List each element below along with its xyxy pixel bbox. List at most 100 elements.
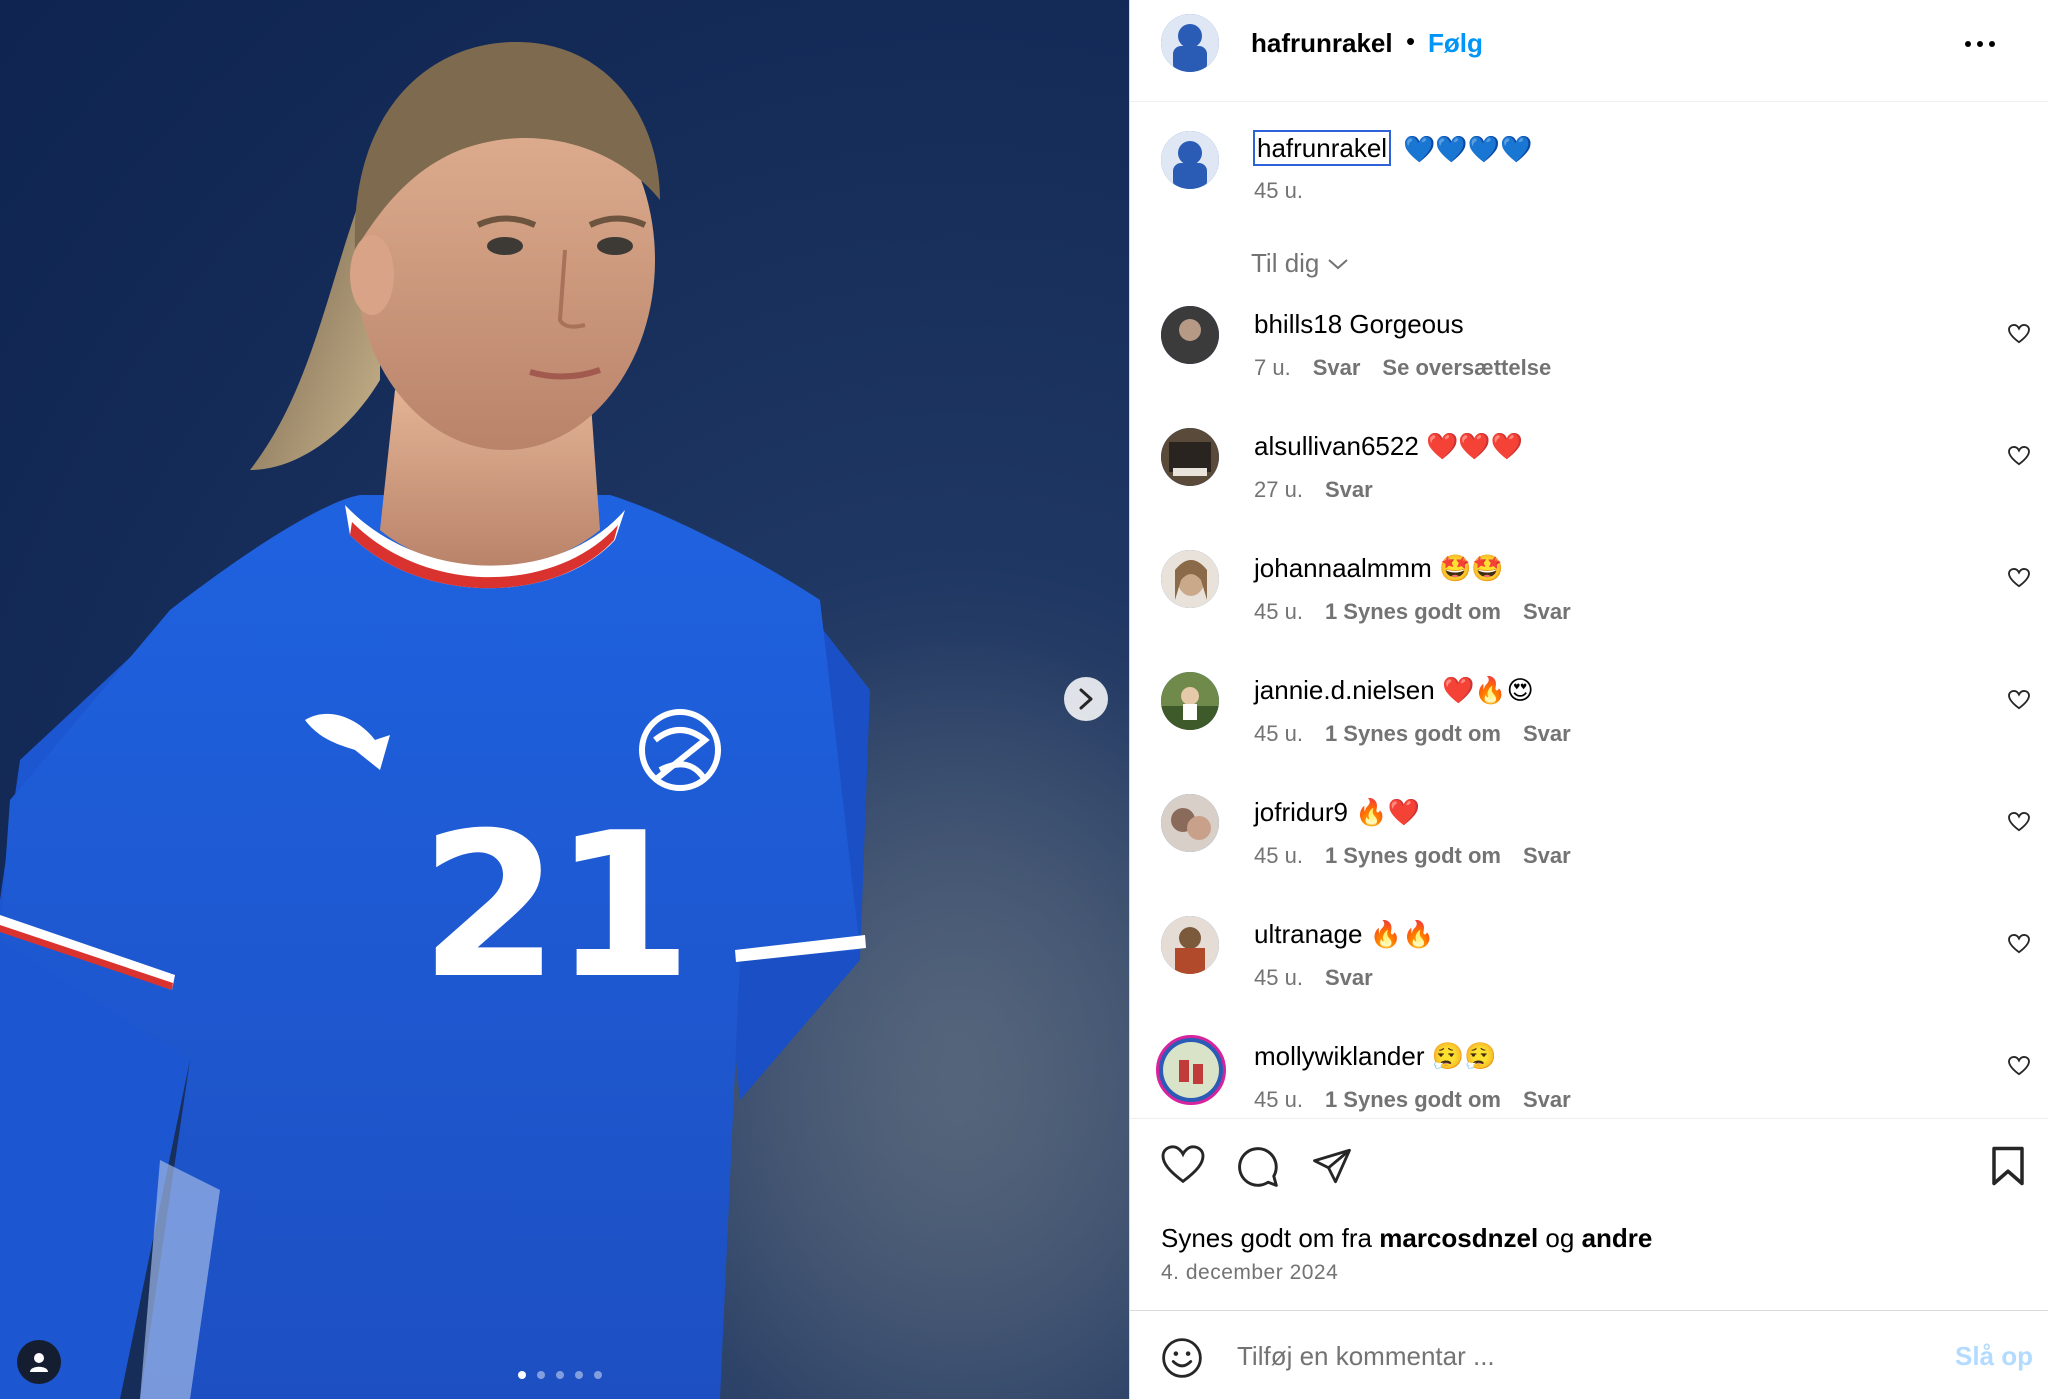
caption-username[interactable]: hafrunrakel (1253, 130, 1392, 166)
commenter-avatar[interactable] (1161, 916, 1219, 974)
comment-sort-dropdown[interactable]: Til dig (1251, 248, 1349, 279)
like-comment-icon[interactable] (2008, 812, 2030, 832)
commenter-avatar[interactable] (1161, 550, 1219, 608)
comment-icon[interactable] (1236, 1145, 1280, 1189)
comment-body: ❤️🔥😍 (1441, 675, 1534, 705)
like-comment-icon[interactable] (2008, 934, 2030, 954)
commenter-avatar[interactable] (1161, 428, 1219, 486)
reply-button[interactable]: Svar (1325, 965, 1373, 991)
comment-text-line: ultranage 🔥🔥 (1254, 919, 1434, 950)
comment-composer: Slå op (1130, 1310, 2048, 1400)
bookmark-icon[interactable] (1990, 1145, 2026, 1187)
comment-item: alsullivan6522 ❤️❤️❤️ 27 u. Svar (1130, 422, 2048, 544)
commenter-username[interactable]: jannie.d.nielsen (1254, 675, 1435, 705)
comment-body: Gorgeous (1349, 309, 1464, 339)
chevron-right-icon (1079, 688, 1093, 710)
comment-time[interactable]: 45 u. (1254, 843, 1303, 869)
comment-meta: 45 u. 1 Synes godt om Svar (1254, 599, 1571, 625)
like-comment-icon[interactable] (2008, 324, 2030, 344)
comment-body: 🤩🤩 (1438, 553, 1504, 583)
like-comment-icon[interactable] (2008, 446, 2030, 466)
reply-button[interactable]: Svar (1523, 843, 1571, 869)
comment-likes[interactable]: 1 Synes godt om (1325, 1087, 1501, 1113)
more-dot (1965, 41, 1971, 47)
commenter-username[interactable]: ultranage (1254, 919, 1362, 949)
commenter-username[interactable]: alsullivan6522 (1254, 431, 1419, 461)
comment-text-line: jofridur9 🔥❤️ (1254, 797, 1420, 828)
liked-by-others[interactable]: andre (1582, 1223, 1653, 1253)
comment-item: johannaalmmm 🤩🤩 45 u. 1 Synes godt om Sv… (1130, 544, 2048, 666)
like-comment-icon[interactable] (2008, 1056, 2030, 1076)
liked-by-user[interactable]: marcosdnzel (1379, 1223, 1538, 1253)
comments-list[interactable]: bhills18 Gorgeous 7 u. Svar Se oversætte… (1130, 300, 2048, 1118)
comment-likes[interactable]: 1 Synes godt om (1325, 721, 1501, 747)
comment-time[interactable]: 27 u. (1254, 477, 1303, 503)
commenter-avatar[interactable] (1161, 794, 1219, 852)
like-comment-icon[interactable] (2008, 690, 2030, 710)
reply-button[interactable]: Svar (1523, 721, 1571, 747)
like-icon[interactable] (1161, 1145, 1205, 1185)
comment-meta: 27 u. Svar (1254, 477, 1373, 503)
caption-author-avatar[interactable] (1161, 131, 1219, 189)
more-dot (1989, 41, 1995, 47)
follow-button[interactable]: Følg (1428, 28, 1483, 59)
tagged-users-button[interactable] (17, 1340, 61, 1384)
post-date[interactable]: 4. december 2024 (1161, 1261, 1338, 1285)
caption-timestamp[interactable]: 45 u. (1254, 178, 1303, 204)
caption-text: 💙💙💙💙 (1403, 134, 1533, 164)
comment-time[interactable]: 45 u. (1254, 1087, 1303, 1113)
comment-input[interactable] (1235, 1331, 1919, 1381)
likes-summary[interactable]: Synes godt om fra marcosdnzel og andre (1161, 1223, 1652, 1254)
header-separator: • (1406, 26, 1416, 56)
comment-time[interactable]: 45 u. (1254, 599, 1303, 625)
author-avatar[interactable] (1161, 14, 1219, 72)
comment-time[interactable]: 45 u. (1254, 721, 1303, 747)
translate-button[interactable]: Se oversættelse (1382, 355, 1551, 381)
likes-prefix: Synes godt om fra (1161, 1223, 1372, 1253)
emoji-icon[interactable] (1161, 1337, 1203, 1379)
comment-meta: 45 u. 1 Synes godt om Svar (1254, 843, 1571, 869)
commenter-avatar[interactable] (1161, 672, 1219, 730)
next-image-button[interactable] (1064, 677, 1108, 721)
comment-item: jofridur9 🔥❤️ 45 u. 1 Synes godt om Svar (1130, 788, 2048, 910)
commenter-avatar-story-ring[interactable] (1156, 1035, 1226, 1105)
post-actions: Synes godt om fra marcosdnzel og andre 4… (1130, 1118, 2048, 1311)
comment-body: 🔥🔥 (1369, 919, 1435, 949)
avatar-image (1161, 131, 1219, 189)
carousel-dot (518, 1371, 526, 1379)
carousel-dot (556, 1371, 564, 1379)
comment-body: 😮‍💨😮‍💨 (1431, 1041, 1497, 1071)
reply-button[interactable]: Svar (1523, 599, 1571, 625)
user-icon (30, 1353, 48, 1372)
comment-text-line: bhills18 Gorgeous (1254, 309, 1464, 340)
commenter-username[interactable]: bhills18 (1254, 309, 1342, 339)
sort-label: Til dig (1251, 248, 1320, 278)
carousel-dot (594, 1371, 602, 1379)
more-options-button[interactable] (1958, 32, 2002, 56)
comment-likes[interactable]: 1 Synes godt om (1325, 599, 1501, 625)
share-icon[interactable] (1310, 1145, 1354, 1187)
comment-meta: 7 u. Svar Se oversættelse (1254, 355, 1551, 381)
commenter-username[interactable]: johannaalmmm (1254, 553, 1432, 583)
comment-item: ultranage 🔥🔥 45 u. Svar (1130, 910, 2048, 1032)
reply-button[interactable]: Svar (1313, 355, 1361, 381)
comment-body: 🔥❤️ (1355, 797, 1420, 827)
commenter-username[interactable]: jofridur9 (1254, 797, 1348, 827)
commenter-avatar[interactable] (1161, 306, 1219, 364)
commenter-username[interactable]: mollywiklander (1254, 1041, 1425, 1071)
reply-button[interactable]: Svar (1325, 477, 1373, 503)
author-username[interactable]: hafrunrakel (1251, 28, 1393, 59)
post-media[interactable]: 21 (0, 0, 1129, 1399)
comment-time[interactable]: 7 u. (1254, 355, 1291, 381)
like-comment-icon[interactable] (2008, 568, 2030, 588)
comment-time[interactable]: 45 u. (1254, 965, 1303, 991)
post-photo: 21 (0, 0, 1129, 1399)
comment-text-line: johannaalmmm 🤩🤩 (1254, 553, 1504, 584)
chevron-down-icon (1328, 258, 1349, 269)
carousel-indicator (518, 1371, 602, 1379)
comment-text-line: mollywiklander 😮‍💨😮‍💨 (1254, 1041, 1496, 1072)
reply-button[interactable]: Svar (1523, 1087, 1571, 1113)
post-comment-button[interactable]: Slå op (1955, 1341, 2033, 1372)
comment-text-line: jannie.d.nielsen ❤️🔥😍 (1254, 675, 1534, 706)
comment-likes[interactable]: 1 Synes godt om (1325, 843, 1501, 869)
